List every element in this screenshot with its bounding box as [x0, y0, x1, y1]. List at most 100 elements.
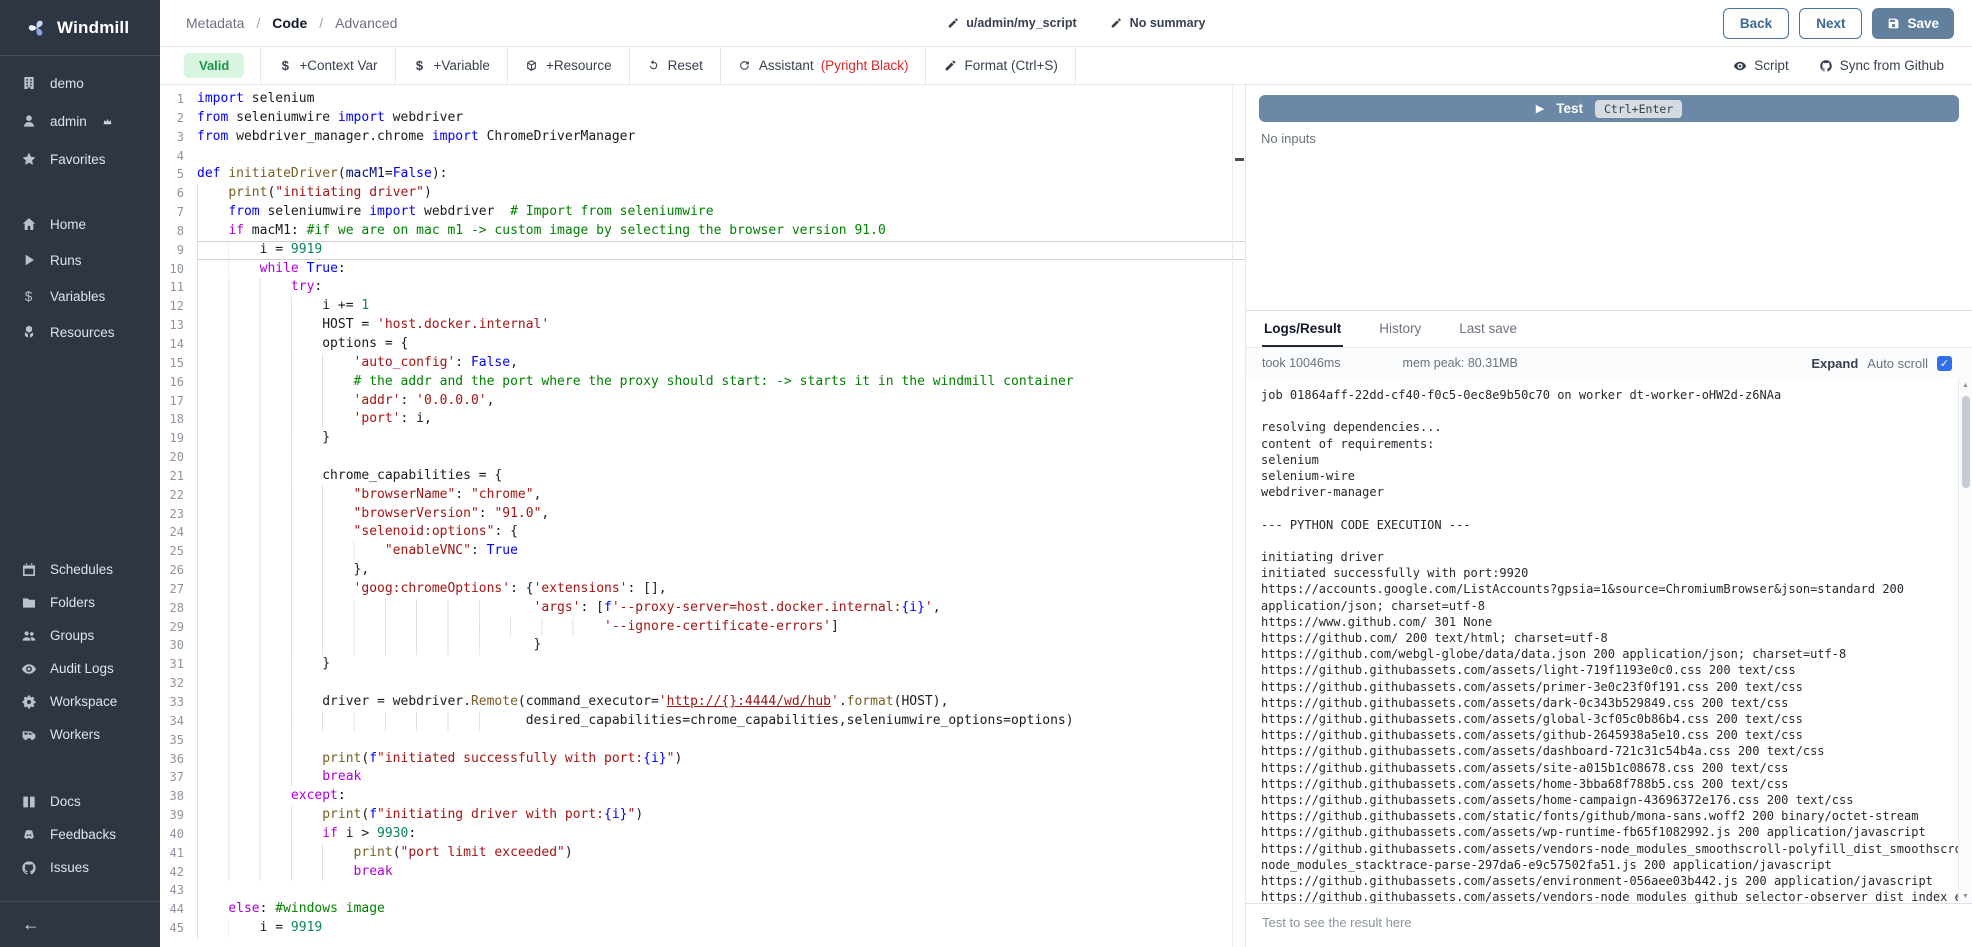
scrollbar-thumb[interactable]	[1962, 396, 1970, 488]
book-icon	[20, 793, 37, 810]
editor-overview-ruler[interactable]	[1232, 85, 1245, 947]
sidebar-group-1: HomeRuns$VariablesResources	[0, 206, 160, 350]
sidebar-item-audit-logs[interactable]: Audit Logs	[0, 652, 160, 685]
code-lines: 1import selenium2from seleniumwire impor…	[160, 90, 1245, 938]
scrollbar-track[interactable]	[1959, 392, 1972, 889]
code-line: 14 options = {	[160, 335, 1245, 354]
tab-advanced[interactable]: Advanced	[335, 15, 397, 31]
log-output[interactable]: job 01864aff-22dd-cf40-f0c5-0ec8e9b50c70…	[1246, 378, 1958, 903]
line-number: 31	[160, 655, 197, 674]
log-line: webdriver-manager	[1261, 484, 1950, 500]
package-icon	[525, 59, 539, 73]
sync-from-github-button[interactable]: Sync from Github	[1819, 58, 1944, 73]
code-line: 44 else: #windows image	[160, 900, 1245, 919]
sidebar-item-favorites[interactable]: Favorites	[0, 140, 160, 178]
collapse-sidebar-icon[interactable]: ←	[22, 914, 40, 935]
next-button[interactable]: Next	[1799, 8, 1862, 39]
tab-last-save[interactable]: Last save	[1457, 311, 1519, 347]
code-line: 29 '--ignore-certificate-errors']	[160, 618, 1245, 637]
expand-logs-button[interactable]: Expand	[1811, 356, 1858, 371]
code-editor[interactable]: 1import selenium2from seleniumwire impor…	[160, 85, 1245, 947]
sidebar-item-home[interactable]: Home	[0, 206, 160, 242]
scroll-down-icon[interactable]: ▼	[1962, 889, 1969, 903]
sidebar-item-docs[interactable]: Docs	[0, 785, 160, 818]
log-line	[1261, 533, 1950, 549]
line-number: 42	[160, 863, 197, 882]
line-number: 19	[160, 429, 197, 448]
code-line-content: 'addr': '0.0.0.0',	[197, 392, 1245, 411]
save-button[interactable]: Save	[1872, 8, 1954, 39]
code-line-content: from seleniumwire import webdriver	[197, 109, 1245, 128]
tab-code[interactable]: Code	[272, 15, 307, 31]
pencil-icon	[947, 17, 959, 29]
sidebar-item-folders[interactable]: Folders	[0, 586, 160, 619]
code-line-content: print(f"initiating driver with port:{i}"…	[197, 806, 1245, 825]
script-summary-edit[interactable]: No summary	[1111, 16, 1206, 30]
script-path-edit[interactable]: u/admin/my_script	[947, 16, 1076, 30]
logs-scrollbar[interactable]: ▲ ▼	[1958, 378, 1972, 903]
tab-logs-result[interactable]: Logs/Result	[1262, 311, 1343, 347]
code-line-content: i = 9919	[197, 241, 1245, 260]
code-line-content: if i > 9930:	[197, 825, 1245, 844]
sidebar-item-schedules[interactable]: Schedules	[0, 553, 160, 586]
line-number: 11	[160, 278, 197, 297]
line-number: 30	[160, 636, 197, 655]
sidebar-item-variables[interactable]: $Variables	[0, 278, 160, 314]
code-line: 30 }	[160, 636, 1245, 655]
log-line: node_modules_stacktrace-parse-297da6-e9c…	[1261, 857, 1950, 873]
autoscroll-checkbox[interactable]: ✓	[1937, 356, 1952, 371]
lint-status-badge: Valid	[184, 53, 244, 78]
toolbar-buttons: $+Context Var$+Variable +Resource ResetAss…	[260, 47, 1076, 84]
toolbar-button-format[interactable]: Format (Ctrl+S)	[925, 47, 1075, 84]
scroll-up-icon[interactable]: ▲	[1962, 378, 1969, 392]
sidebar-item-workspace[interactable]: Workspace	[0, 685, 160, 718]
line-number: 14	[160, 335, 197, 354]
back-button[interactable]: Back	[1723, 8, 1789, 39]
code-line-content: desired_capabilities=chrome_capabilities…	[197, 712, 1245, 731]
toolbar-button-reset[interactable]: Reset	[629, 47, 720, 84]
code-line-content: '--ignore-certificate-errors']	[197, 618, 1245, 637]
test-button[interactable]: ▶ Test Ctrl+Enter	[1259, 95, 1959, 122]
toolbar-button-label: +Resource	[546, 58, 612, 73]
line-number: 16	[160, 373, 197, 392]
sidebar-item-runs[interactable]: Runs	[0, 242, 160, 278]
sidebar-item-issues[interactable]: Issues	[0, 851, 160, 884]
sidebar-item-label: Schedules	[50, 562, 113, 577]
sidebar-item-workspace-demo[interactable]: demo	[0, 64, 160, 102]
users-icon	[20, 627, 37, 644]
toolbar-button-assistant[interactable]: Assistant (Pyright Black)	[720, 47, 926, 84]
log-line: application/json; charset=utf-8	[1261, 598, 1950, 614]
toolbar-button-context-var[interactable]: $+Context Var	[260, 47, 394, 84]
assistant-engine-label: (Pyright Black)	[821, 58, 909, 73]
tab-history[interactable]: History	[1377, 311, 1423, 347]
sync-from-github-label: Sync from Github	[1840, 58, 1944, 73]
van-icon	[20, 726, 37, 743]
code-line-content	[197, 448, 1245, 467]
run-mem-peak: mem peak: 80.31MB	[1403, 356, 1518, 370]
test-shortcut-badge: Ctrl+Enter	[1595, 100, 1682, 118]
toolbar-button-resource[interactable]: +Resource	[507, 47, 629, 84]
code-line-content: else: #windows image	[197, 900, 1245, 919]
sidebar-item-feedbacks[interactable]: Feedbacks	[0, 818, 160, 851]
code-line: 40 if i > 9930:	[160, 825, 1245, 844]
sidebar-item-resources[interactable]: Resources	[0, 314, 160, 350]
toolbar-button-variable[interactable]: $+Variable	[395, 47, 507, 84]
overview-cursor-mark	[1235, 158, 1244, 161]
sidebar-item-user-admin[interactable]: admin	[0, 102, 160, 140]
code-line-content: 'args': [f'--proxy-server=host.docker.in…	[197, 599, 1245, 618]
line-number: 26	[160, 561, 197, 580]
script-preview-button[interactable]: Script	[1733, 58, 1789, 73]
code-line: 12 i += 1	[160, 297, 1245, 316]
sidebar-item-workers[interactable]: Workers	[0, 718, 160, 751]
code-line: 23 "browserVersion": "91.0",	[160, 505, 1245, 524]
sidebar-item-groups[interactable]: Groups	[0, 619, 160, 652]
line-number: 37	[160, 768, 197, 787]
sidebar-item-label: Issues	[50, 860, 89, 875]
code-line: 9 i = 9919	[160, 241, 1245, 260]
gear-icon	[20, 693, 37, 710]
code-line-content: options = {	[197, 335, 1245, 354]
discord-icon	[20, 826, 37, 843]
line-number: 25	[160, 542, 197, 561]
tab-metadata[interactable]: Metadata	[186, 15, 244, 31]
code-line: 10 while True:	[160, 260, 1245, 279]
